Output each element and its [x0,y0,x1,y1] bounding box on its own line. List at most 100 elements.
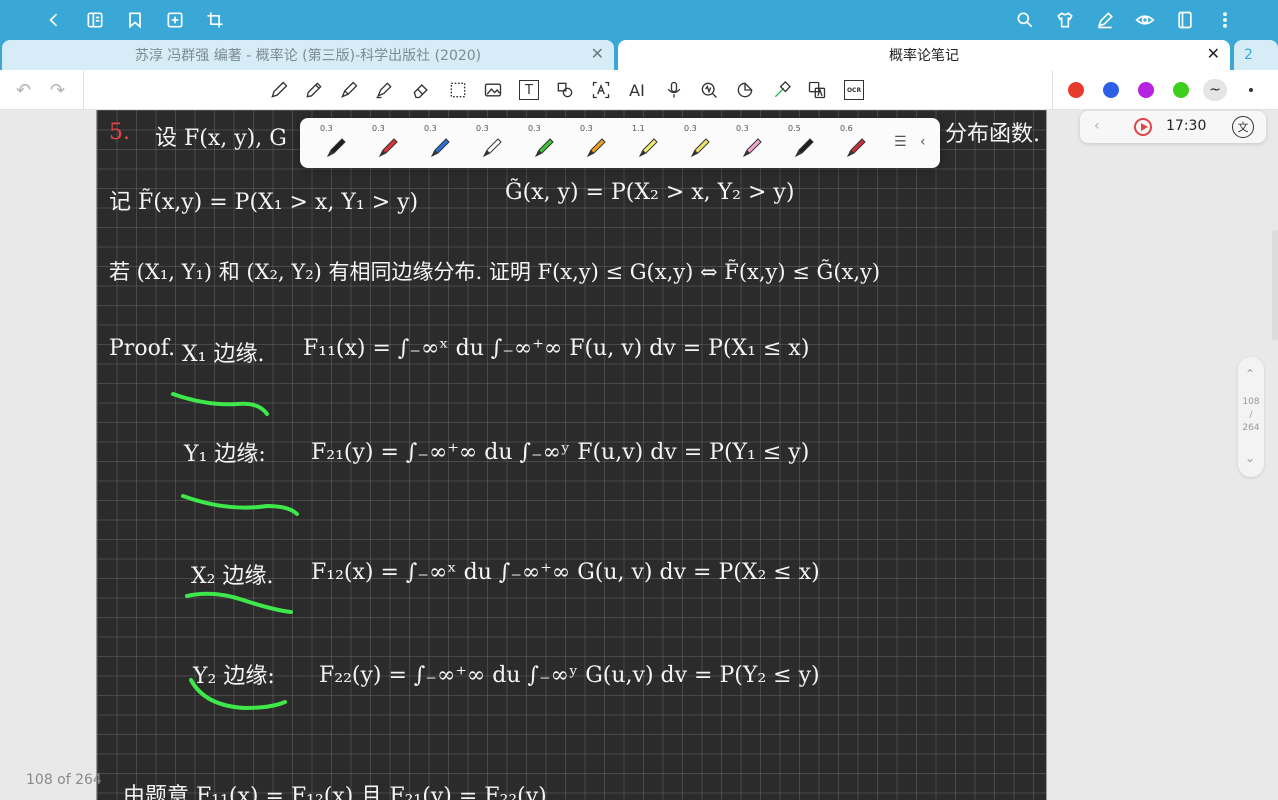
shape-icon[interactable] [554,79,576,101]
pen-preset[interactable]: 0.6 [828,120,880,166]
previous-icon[interactable]: ‹ [1094,118,1100,134]
pen-icon [378,138,398,158]
pen-preset[interactable]: 0.3 [516,120,568,166]
pen-size-label: 0.3 [528,124,541,133]
note-line-2a: 记 F̃(x,y) = P(X₁ > x, Y₁ > y) [109,190,419,215]
tab-textbook[interactable]: 苏淳 冯群强 编著 - 概率论 (第三版)-科学出版社 (2020) ✕ [2,40,614,70]
current-page: 108 [1242,397,1260,407]
stroke-size-dot[interactable] [1249,88,1253,92]
proof-label: Proof. [109,336,176,361]
green-underline [185,591,293,614]
text-tool-label: T [519,80,539,100]
pen-size-label: 0.3 [476,124,489,133]
tab-notes[interactable]: 概率论笔记 ✕ [618,40,1230,70]
pen-palette: 0.3 0.3 0.3 0.3 0.3 0.3 1.1 0.3 0.3 0.5 0.6 ☰ ‹ [300,118,940,168]
pen-icon [846,138,866,158]
pen-size-label: 0.3 [372,124,385,133]
tab-title: 2 [1244,47,1253,63]
audio-search-icon[interactable] [698,79,720,101]
color-swatch-red[interactable] [1068,82,1084,98]
pen-preset[interactable]: 0.3 [464,120,516,166]
image-icon[interactable] [482,79,504,101]
problem-number: 5. [109,120,130,145]
pen-size-label: 0.3 [684,124,697,133]
pen-icon [534,138,554,158]
pen-icon [638,138,658,158]
redo-icon[interactable]: ↷ [50,80,65,101]
transcript-icon[interactable]: 文 [1232,116,1254,138]
eye-icon[interactable] [1133,8,1157,32]
more-icon[interactable] [1213,8,1237,32]
undo-icon[interactable]: ↶ [16,80,31,101]
tab-title: 苏淳 冯群强 编著 - 概率论 (第三版)-科学出版社 (2020) [134,48,482,64]
text-recognize-icon[interactable] [590,79,612,101]
color-swatch-blue[interactable] [1103,82,1119,98]
pen-preset[interactable]: 0.3 [412,120,464,166]
back-icon[interactable] [42,8,66,32]
note-last-line: 由题意 F₁₁(x) = F₁₂(x) 且 F₂₁(y) = F₂₂(y) [123,784,547,800]
color-swatch-green[interactable] [1173,82,1189,98]
chevron-down-icon[interactable]: ⌄ [1245,451,1255,465]
total-pages: 264 [1242,423,1260,433]
highlighter-icon[interactable] [373,79,395,101]
sticker-icon[interactable] [734,79,756,101]
eraser-icon[interactable] [410,79,432,101]
y1-marginal-label: Y₁ 边缘: [184,442,266,467]
stroke-style-button[interactable]: ~ [1203,79,1227,101]
app-bar [0,0,1278,40]
pen-preset[interactable]: 0.3 [568,120,620,166]
pen-preset[interactable]: 0.3 [308,120,360,166]
device-icon[interactable] [1173,8,1197,32]
collapse-icon[interactable]: ‹ [920,134,926,150]
sidebar-icon[interactable] [83,8,107,32]
note-line-2b: G̃(x, y) = P(X₂ > x, Y₂ > y) [505,180,795,205]
lasso-select-icon[interactable] [447,79,469,101]
pen-preset[interactable]: 0.3 [724,120,776,166]
green-underline [171,392,269,416]
note-line-1a: 设 F(x, y), G [155,126,287,151]
pen-preset[interactable]: 0.3 [360,120,412,166]
page-scroller[interactable]: ⌃ 108 / 264 ⌄ [1238,357,1264,477]
play-icon[interactable] [1134,118,1152,136]
pen-size-label: 0.3 [736,124,749,133]
pen-icon [690,138,710,158]
pen-mode-icon[interactable] [1093,8,1117,32]
document-area: 5. 设 F(x, y), G 分布函数. 记 F̃(x,y) = P(X₁ >… [0,110,1278,800]
green-underline [181,494,299,516]
chevron-up-icon[interactable]: ⌃ [1245,367,1255,381]
shirt-icon[interactable] [1053,8,1077,32]
close-icon[interactable]: ✕ [1207,44,1220,63]
pen-icon [742,138,762,158]
pen-size-label: 0.5 [788,124,801,133]
pen-size-label: 0.3 [424,124,437,133]
ai-icon[interactable]: AI [626,79,648,101]
add-page-icon[interactable] [163,8,187,32]
search-icon[interactable] [1013,8,1037,32]
palette-list-icon[interactable]: ☰ [894,134,907,150]
text-tool-icon[interactable]: T [518,79,540,101]
pen-size-label: 0.6 [840,124,853,133]
pen-preset[interactable]: 0.3 [672,120,724,166]
microphone-icon[interactable] [663,79,685,101]
tab-more[interactable]: 2 [1234,40,1278,70]
divider [83,70,84,110]
laser-pointer-icon[interactable] [771,79,793,101]
color-swatch-purple[interactable] [1138,82,1154,98]
translate-icon[interactable] [806,79,828,101]
note-canvas[interactable]: 5. 设 F(x, y), G 分布函数. 记 F̃(x,y) = P(X₁ >… [96,110,1047,800]
crop-icon[interactable] [203,8,227,32]
pen-size-label: 1.1 [632,124,645,133]
bookmark-icon[interactable] [123,8,147,32]
brush-pen-icon[interactable] [338,79,360,101]
fountain-pen-icon[interactable] [268,79,290,101]
pen-icon [430,138,450,158]
edge-drawer-handle[interactable] [1272,230,1278,340]
pen-preset[interactable]: 1.1 [620,120,672,166]
pen-preset[interactable]: 0.5 [776,120,828,166]
ocr-icon[interactable]: OCR [843,79,865,101]
pen-icon [482,138,502,158]
pen-icon [326,138,346,158]
pencil-icon[interactable] [303,79,325,101]
close-icon[interactable]: ✕ [591,44,604,63]
tab-bar: 苏淳 冯群强 编著 - 概率论 (第三版)-科学出版社 (2020) ✕ 概率论… [0,40,1278,70]
